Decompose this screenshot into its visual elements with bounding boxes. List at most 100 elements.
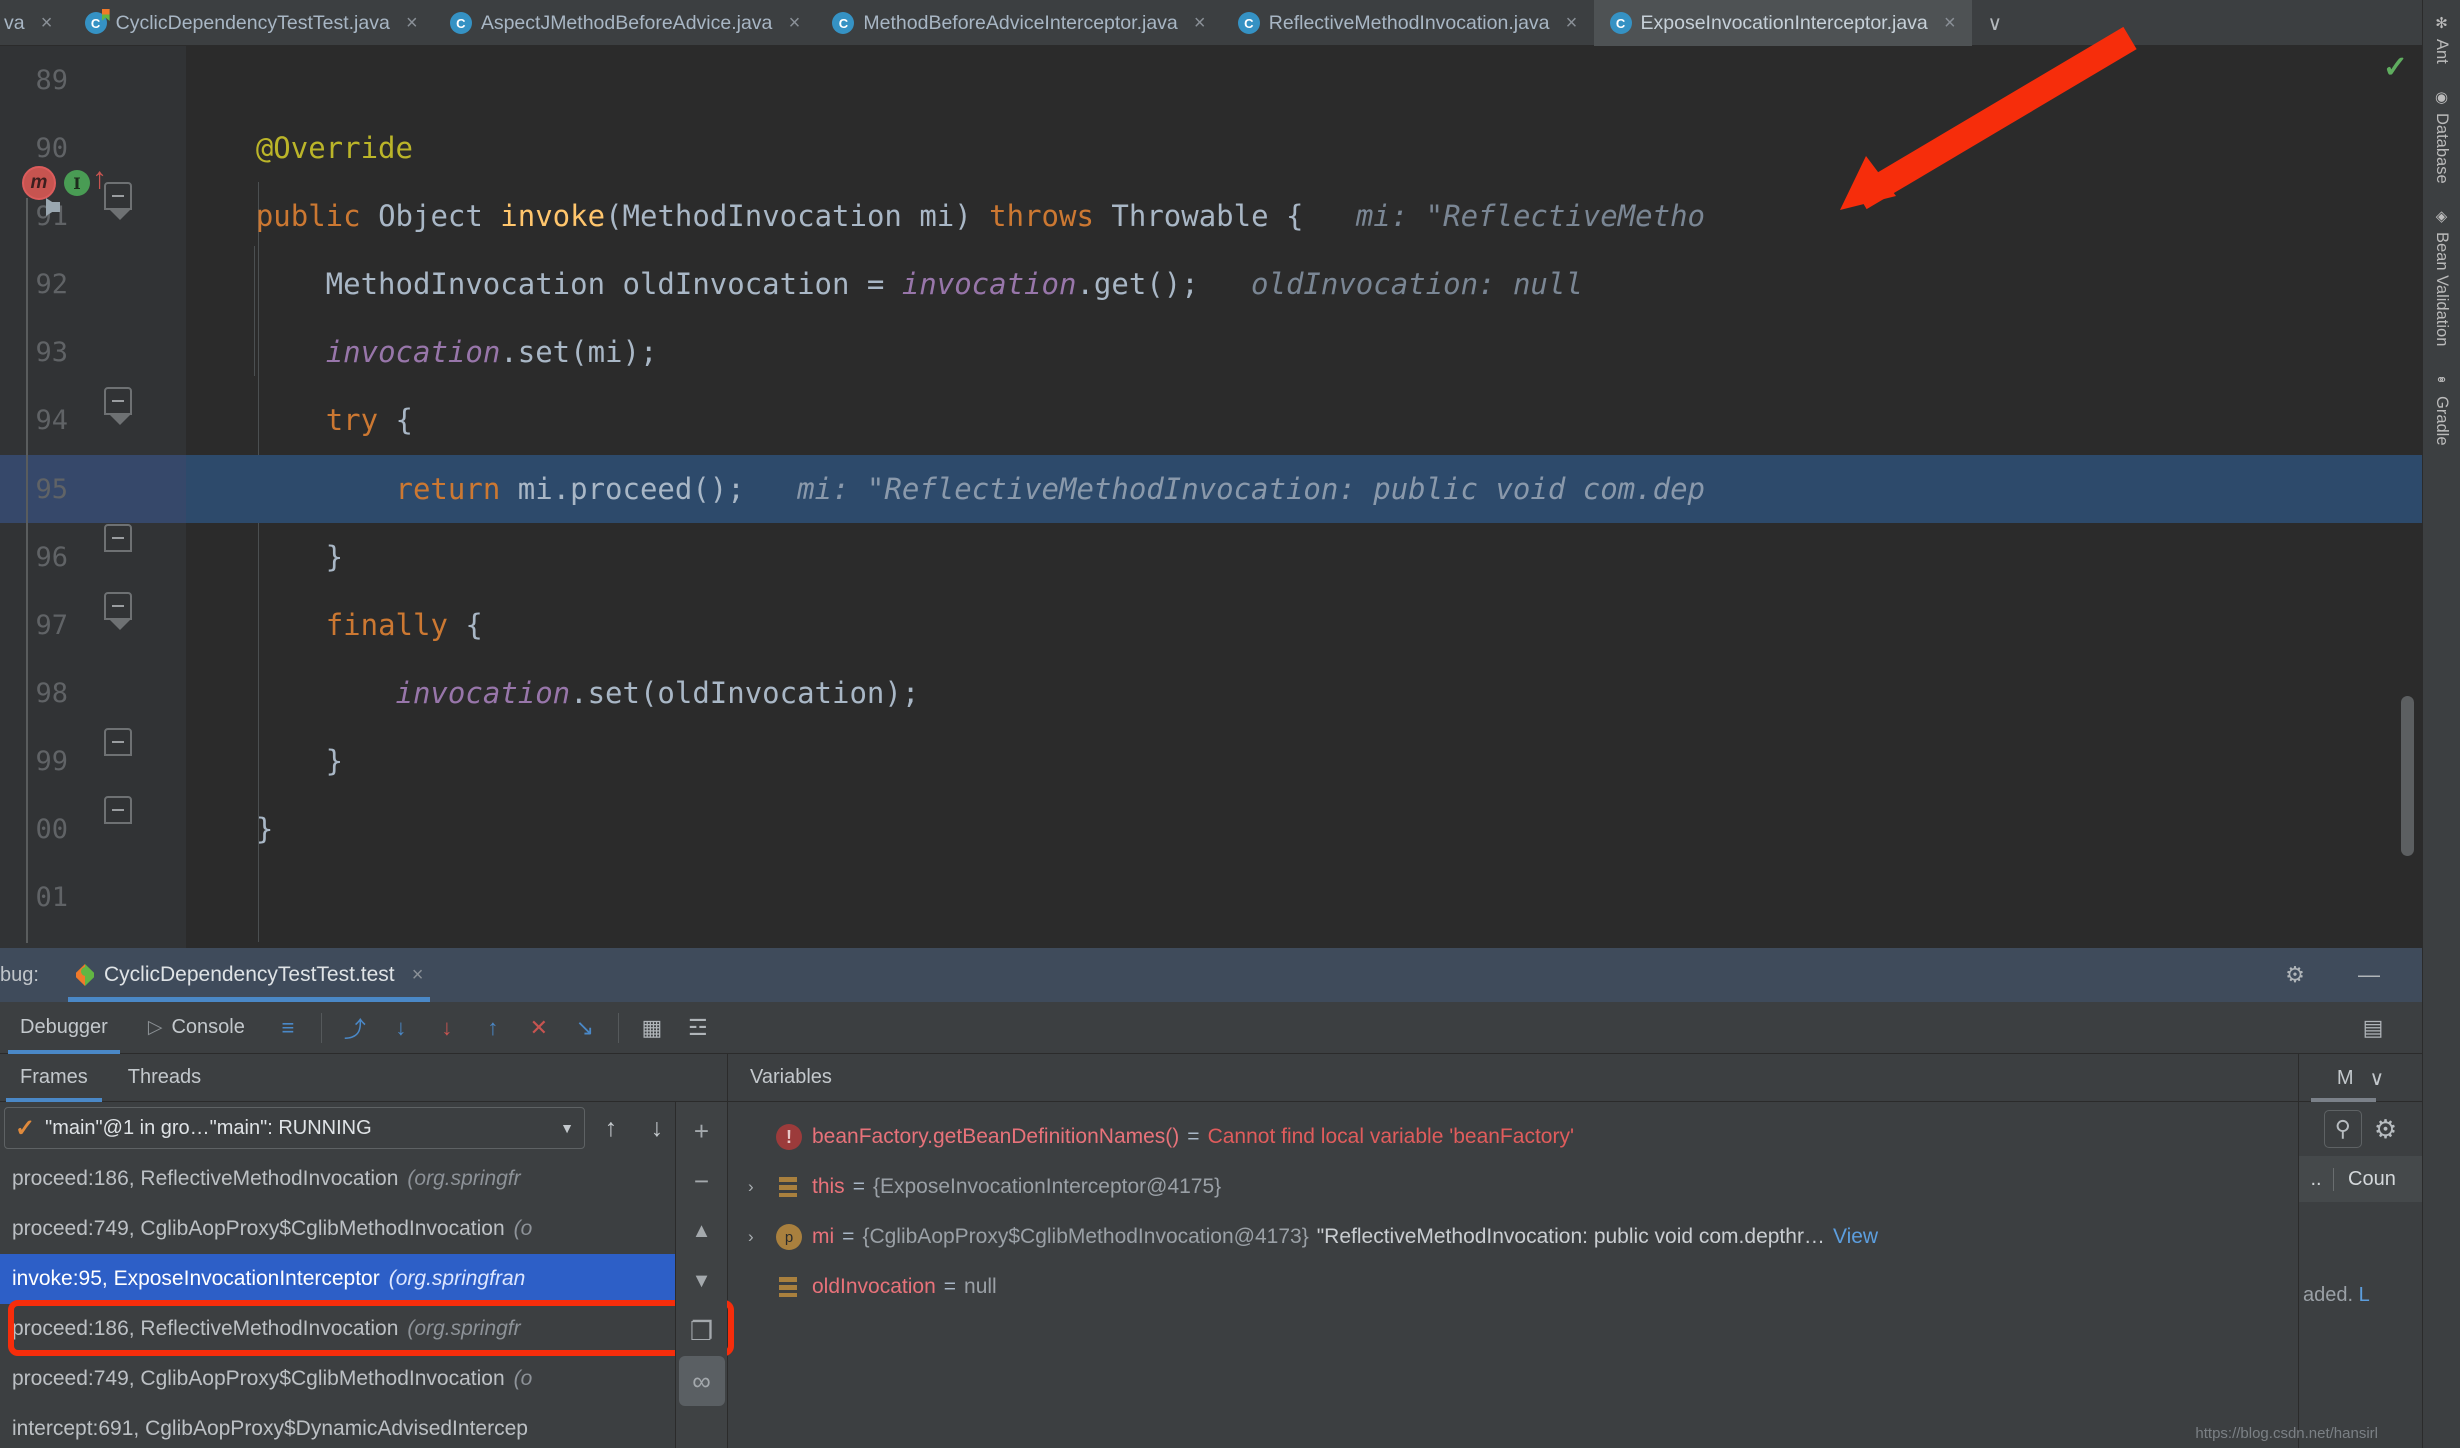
frame-list-item[interactable]: intercept:691, CglibAopProxy$DynamicAdvi…: [0, 1404, 727, 1448]
expand-chevron-icon[interactable]: ›: [748, 1227, 776, 1247]
layout-settings-button[interactable]: ☲: [675, 1005, 721, 1051]
frame-list-item[interactable]: proceed:186, ReflectiveMethodInvocation …: [0, 1154, 727, 1204]
minimize-icon[interactable]: —: [2346, 952, 2392, 998]
move-up-button[interactable]: ▲: [679, 1206, 725, 1256]
code-line-99[interactable]: }: [186, 727, 2422, 795]
frame-list-item[interactable]: proceed:749, CglibAopProxy$CglibMethodIn…: [0, 1354, 727, 1404]
editor-tab-4[interactable]: C ReflectiveMethodInvocation.java ×: [1222, 0, 1594, 46]
step-out-button[interactable]: ↑: [470, 1005, 516, 1051]
run-to-cursor-button[interactable]: ↘: [562, 1005, 608, 1051]
memory-view-header[interactable]: M ∨: [2299, 1054, 2422, 1102]
close-icon[interactable]: ×: [410, 965, 426, 985]
restore-layout-icon[interactable]: ▤: [2350, 1005, 2396, 1051]
inspection-ok-check-icon[interactable]: ✓: [2383, 50, 2408, 85]
code-line-96[interactable]: }: [186, 523, 2422, 591]
editor-tab-1[interactable]: C CyclicDependencyTestTest.java ×: [69, 0, 434, 46]
close-icon[interactable]: ×: [39, 13, 55, 33]
fold-toggle-try[interactable]: [104, 387, 132, 425]
tab-overflow-chevron-down-icon[interactable]: ∨: [1972, 0, 2018, 46]
memory-status-link[interactable]: L: [2359, 1284, 2370, 1306]
tool-button-ant[interactable]: ✻ Ant: [2432, 6, 2451, 80]
tool-button-bean-validation[interactable]: ◈ Bean Validation: [2432, 199, 2451, 362]
code-folding-column[interactable]: [0, 46, 132, 948]
tool-button-database[interactable]: ◉ Database: [2432, 80, 2451, 200]
editor-tab-5[interactable]: C ExposeInvocationInterceptor.java ×: [1593, 0, 1972, 46]
equals-sign: =: [1187, 1125, 1200, 1148]
variable-row[interactable]: › this = {ExposeInvocationInterceptor@41…: [728, 1162, 2422, 1212]
tab-console[interactable]: ▷ Console: [128, 1002, 265, 1054]
code-line-92[interactable]: MethodInvocation oldInvocation = invocat…: [186, 250, 2422, 318]
variable-row[interactable]: › p mi = {CglibAopProxy$CglibMethodInvoc…: [728, 1212, 2422, 1262]
database-icon: ◉: [2434, 88, 2449, 106]
fold-toggle-finally-top[interactable]: [104, 524, 132, 552]
code-line-90[interactable]: @Override: [186, 114, 2422, 182]
code-line-101[interactable]: [186, 863, 2422, 931]
variable-row[interactable]: ! beanFactory.getBeanDefinitionNames() =…: [728, 1112, 2422, 1162]
code-line-94[interactable]: try {: [186, 386, 2422, 454]
editor-tab-3[interactable]: C MethodBeforeAdviceInterceptor.java ×: [816, 0, 1221, 46]
frame-list-item-selected[interactable]: invoke:95, ExposeInvocationInterceptor (…: [0, 1254, 727, 1304]
close-icon[interactable]: ×: [786, 13, 802, 33]
variable-value: {CglibAopProxy$CglibMethodInvocation@417…: [862, 1225, 1309, 1248]
frames-list[interactable]: proceed:186, ReflectiveMethodInvocation …: [0, 1154, 727, 1448]
copy-stack-button[interactable]: ❐: [679, 1306, 725, 1356]
code-line-95[interactable]: return mi.proceed(); mi: "ReflectiveMeth…: [186, 455, 2422, 523]
force-step-into-button[interactable]: ↓: [424, 1005, 470, 1051]
fold-toggle-method[interactable]: [104, 182, 132, 220]
variable-name: oldInvocation: [812, 1275, 936, 1298]
watches-toggle-button[interactable]: ∞: [678, 1356, 725, 1406]
thread-selector-dropdown[interactable]: ✓ "main"@1 in gro…"main": RUNNING ▼: [4, 1107, 585, 1149]
code-segment: Throwable {: [1093, 199, 1304, 233]
code-text-area[interactable]: @Override public Object invoke (MethodIn…: [186, 46, 2422, 948]
fold-toggle-block-end[interactable]: [104, 728, 132, 756]
run-configuration-tab[interactable]: CyclicDependencyTestTest.test ×: [62, 948, 436, 1002]
chevron-down-icon[interactable]: ▼: [560, 1120, 574, 1136]
tab-frames[interactable]: Frames: [0, 1054, 108, 1102]
code-line-100[interactable]: }: [186, 795, 2422, 863]
code-line-98[interactable]: invocation .set(oldInvocation);: [186, 659, 2422, 727]
implements-marker-icon[interactable]: I: [64, 170, 90, 196]
frame-list-item[interactable]: proceed:749, CglibAopProxy$CglibMethodIn…: [0, 1204, 727, 1254]
tool-button-gradle[interactable]: ⚭ Gradle: [2432, 363, 2451, 462]
variable-row[interactable]: oldInvocation = null: [728, 1262, 2422, 1312]
tab-debugger[interactable]: Debugger: [0, 1002, 128, 1054]
frame-down-button[interactable]: ↓: [637, 1107, 677, 1149]
fold-toggle-method-end[interactable]: [104, 796, 132, 824]
add-watch-button[interactable]: +: [679, 1106, 725, 1156]
code-line-93[interactable]: invocation .set(mi);: [186, 318, 2422, 386]
close-icon[interactable]: ×: [1192, 13, 1208, 33]
move-down-button[interactable]: ▼: [679, 1256, 725, 1306]
evaluate-expression-button[interactable]: ▦: [629, 1005, 675, 1051]
debug-window-title: bug:: [0, 963, 39, 986]
step-over-button[interactable]: ⤴: [332, 1005, 378, 1051]
editor-tab-0[interactable]: va ×: [0, 0, 69, 46]
drop-frame-button[interactable]: ✕: [516, 1005, 562, 1051]
search-icon[interactable]: ⚲: [2323, 1110, 2362, 1148]
frame-list-item[interactable]: proceed:186, ReflectiveMethodInvocation …: [0, 1304, 727, 1354]
code-segment: invoke: [500, 199, 606, 233]
editor-vertical-scrollbar[interactable]: [2401, 696, 2414, 856]
code-line-91[interactable]: public Object invoke (MethodInvocation m…: [186, 182, 2422, 250]
remove-watch-button[interactable]: −: [679, 1156, 725, 1206]
close-icon[interactable]: ×: [404, 13, 420, 33]
tab-threads[interactable]: Threads: [108, 1054, 221, 1102]
editor-tab-2[interactable]: C AspectJMethodBeforeAdvice.java ×: [434, 0, 817, 46]
code-editor[interactable]: 89 90 91 92 93 94 95 96 97 98 99 00 01 m…: [0, 46, 2422, 948]
expand-chevron-icon[interactable]: ›: [748, 1177, 776, 1197]
step-into-button[interactable]: ↓: [378, 1005, 424, 1051]
editor-tab-label: AspectJMethodBeforeAdvice.java: [480, 11, 773, 34]
tab-threads-label: Threads: [127, 1066, 202, 1088]
close-icon[interactable]: ×: [1942, 13, 1958, 33]
gear-icon[interactable]: ⚙: [2374, 1114, 2397, 1145]
code-line-97[interactable]: finally {: [186, 591, 2422, 659]
frame-up-button[interactable]: ↑: [591, 1107, 631, 1149]
java-class-icon: C: [1609, 12, 1632, 34]
code-line-89[interactable]: [186, 46, 2422, 114]
code-segment: MethodInvocation oldInvocation =: [186, 267, 902, 301]
close-icon[interactable]: ×: [1564, 13, 1580, 33]
fold-toggle-finally[interactable]: [104, 592, 132, 630]
mute-breakpoints-button[interactable]: ≡: [265, 1005, 311, 1051]
gear-icon[interactable]: ⚙: [2272, 952, 2318, 998]
view-value-link[interactable]: View: [1825, 1225, 1878, 1249]
chevron-down-icon[interactable]: ∨: [2370, 1066, 2385, 1091]
